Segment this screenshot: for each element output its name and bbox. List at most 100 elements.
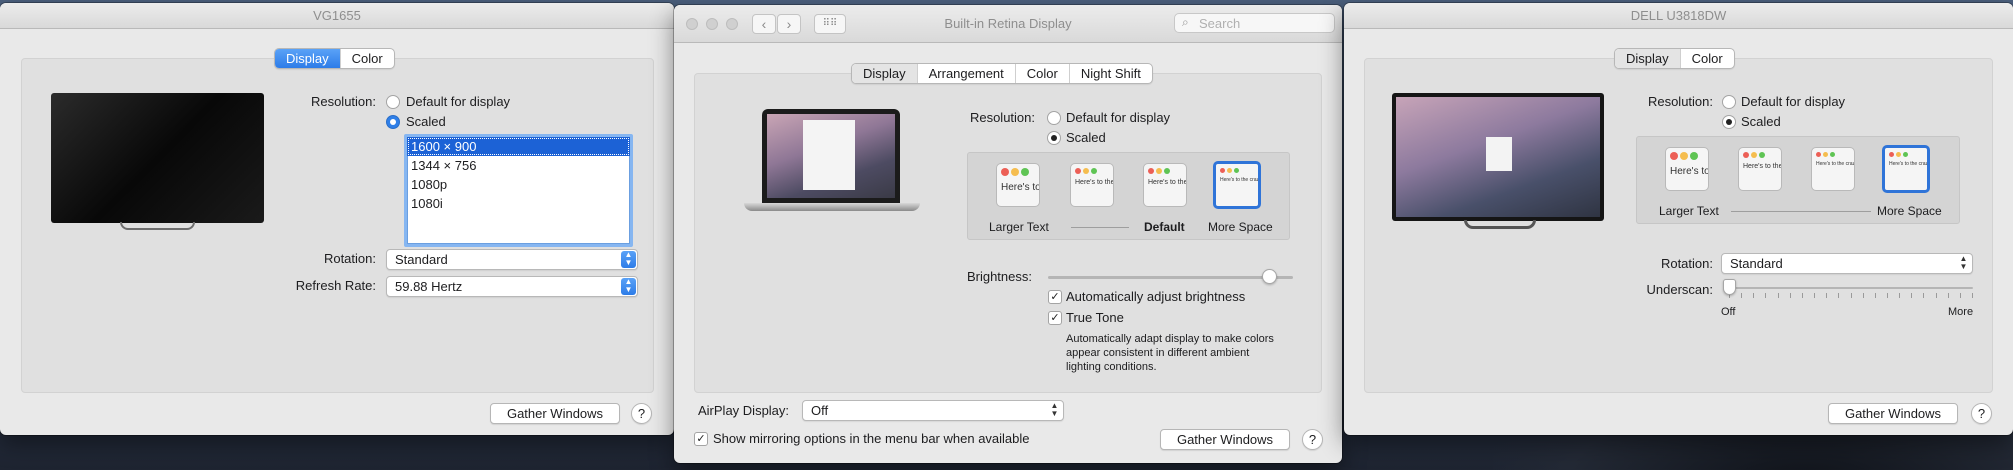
green-dot-icon [1021, 168, 1029, 176]
red-dot-icon [1889, 152, 1894, 157]
window-title: DELL U3818DW [1630, 8, 1727, 23]
brightness-slider-track[interactable] [1048, 276, 1293, 279]
true-tone-description: Automatically adapt display to make colo… [1066, 332, 1274, 374]
resolution-option[interactable]: 1344 × 756 [407, 156, 630, 175]
refresh-rate-popup[interactable]: 59.88 Hertz ▲ ▼ [386, 276, 638, 297]
tab-color[interactable]: Color [339, 49, 394, 68]
help-button[interactable]: ? [1302, 429, 1323, 450]
scale-default-label: Default [1144, 220, 1185, 234]
radio-scaled[interactable] [1722, 115, 1736, 129]
airplay-display-value: Off [811, 403, 829, 418]
auto-brightness-label: Automatically adjust brightness [1066, 289, 1246, 304]
resolution-option[interactable]: 1080p [407, 175, 630, 194]
underscan-label: Underscan: [1646, 282, 1713, 297]
scale-more-space-label: More Space [1877, 204, 1942, 218]
chevron-updown-icon: ▲ ▼ [621, 251, 636, 268]
resolution-option[interactable]: 1080i [407, 194, 630, 213]
slider-tick [1886, 293, 1888, 298]
radio-scaled-label: Scaled [1066, 130, 1106, 145]
search-icon: ⌕ [1182, 15, 1189, 29]
slider-tick [1826, 293, 1828, 298]
green-dot-icon [1903, 152, 1908, 157]
tab-color[interactable]: Color [1014, 64, 1069, 83]
window-vg1655: VG1655 Display Color Resolution: Default… [0, 3, 674, 435]
slider-tick [1862, 293, 1864, 298]
underscan-slider-track[interactable] [1729, 287, 1973, 289]
help-button[interactable]: ? [1971, 403, 1992, 424]
radio-default-for-display[interactable] [1047, 111, 1061, 125]
airplay-display-popup[interactable]: Off ▲ ▼ [802, 400, 1064, 421]
green-dot-icon [1091, 168, 1097, 174]
radio-scaled[interactable] [386, 115, 400, 129]
resolution-option[interactable]: 1600 × 900 [407, 137, 630, 156]
scale-option-larger-text[interactable]: Here's to the crazy ones. The misfits. T… [1665, 147, 1709, 191]
true-tone-desc-line: lighting conditions. [1066, 361, 1157, 373]
resolution-list[interactable]: 1600 × 900 1344 × 756 1080p 1080i [404, 134, 633, 247]
scale-option-larger-text[interactable]: Here's to the crazy ones. The misfits. T… [996, 163, 1040, 207]
underscan-ticks [1729, 293, 1973, 299]
underscan-slider-knob[interactable] [1723, 279, 1736, 295]
scaling-options-panel: Here's to the crazy ones. The misfits. T… [967, 152, 1290, 240]
true-tone-checkbox[interactable]: ✓ [1048, 311, 1062, 325]
slider-tick [1789, 293, 1791, 298]
scale-option-more-space[interactable]: Here's to the crazy ones. The misfits. T… [1213, 161, 1261, 209]
search-placeholder: Search [1199, 16, 1241, 31]
tab-color[interactable]: Color [1679, 49, 1734, 68]
airplay-display-label: AirPlay Display: [698, 403, 790, 418]
chevron-updown-icon: ▲ ▼ [621, 278, 636, 295]
true-tone-label: True Tone [1066, 310, 1124, 325]
gather-windows-button[interactable]: Gather Windows [490, 403, 620, 424]
tab-arrangement[interactable]: Arrangement [916, 64, 1015, 83]
radio-scaled[interactable] [1047, 131, 1061, 145]
slider-tick [1777, 293, 1779, 298]
thumb-sample-text: Here's to the crazy ones. The misfits. T… [1743, 163, 1782, 170]
green-dot-icon [1759, 152, 1765, 158]
yellow-dot-icon [1011, 168, 1019, 176]
scale-option-3[interactable]: Here's to the crazy ones. The misfits. T… [1811, 147, 1855, 191]
tab-night-shift[interactable]: Night Shift [1068, 64, 1152, 83]
scale-option-2[interactable]: Here's to the crazy ones. The misfits. T… [1070, 163, 1114, 207]
gather-windows-button[interactable]: Gather Windows [1828, 403, 1958, 424]
radio-scaled-label: Scaled [1741, 114, 1781, 129]
radio-default-for-display[interactable] [1722, 95, 1736, 109]
slider-tick [1935, 293, 1937, 298]
window-title: VG1655 [313, 8, 361, 23]
titlebar[interactable]: ‹ › ⠿⠿ Built-in Retina Display ⌕ Search [674, 5, 1342, 43]
scale-option-2[interactable]: Here's to the crazy ones. The misfits. T… [1738, 147, 1782, 191]
thumb-sample-text: Here's to the crazy ones. The misfits. T… [1816, 161, 1855, 167]
titlebar[interactable]: DELL U3818DW [1344, 3, 2013, 29]
thumb-sample-text: Here's to the crazy ones. The misfits. T… [1670, 166, 1709, 177]
tab-display[interactable]: Display [1615, 49, 1680, 68]
underscan-off-label: Off [1721, 306, 1736, 318]
rotation-value: Standard [395, 252, 448, 267]
brightness-slider-knob[interactable] [1261, 269, 1277, 284]
titlebar[interactable]: VG1655 [0, 3, 674, 29]
tab-display[interactable]: Display [275, 49, 340, 68]
scale-larger-text-label: Larger Text [989, 220, 1049, 234]
radio-default-for-display[interactable] [386, 95, 400, 109]
auto-brightness-checkbox[interactable]: ✓ [1048, 290, 1062, 304]
slider-tick [1850, 293, 1852, 298]
gather-windows-button[interactable]: Gather Windows [1160, 429, 1290, 450]
scale-option-default[interactable]: Here's to the crazy ones. The misfits. T… [1143, 163, 1187, 207]
slider-tick [1765, 293, 1767, 298]
yellow-dot-icon [1083, 168, 1089, 174]
rotation-popup[interactable]: Standard ▲ ▼ [386, 249, 638, 270]
help-button[interactable]: ? [631, 403, 652, 424]
tab-bar: Display Color [1614, 48, 1735, 69]
search-field[interactable]: ⌕ Search [1174, 13, 1335, 33]
show-mirroring-checkbox[interactable]: ✓ [694, 432, 708, 446]
yellow-dot-icon [1896, 152, 1901, 157]
slider-tick [1923, 293, 1925, 298]
laptop-base [744, 203, 920, 211]
refresh-rate-value: 59.88 Hertz [395, 279, 463, 294]
scale-option-more-space[interactable]: Here's to the crazy ones. The misfits. T… [1882, 145, 1930, 193]
thumb-sample-text: Here's to the crazy ones. The misfits. T… [1889, 161, 1930, 167]
red-dot-icon [1148, 168, 1154, 174]
radio-default-label: Default for display [1066, 110, 1171, 125]
radio-default-label: Default for display [406, 94, 511, 109]
red-dot-icon [1816, 152, 1821, 157]
rotation-popup[interactable]: Standard ▲ ▼ [1721, 253, 1973, 274]
tab-display[interactable]: Display [852, 64, 917, 83]
green-dot-icon [1830, 152, 1835, 157]
